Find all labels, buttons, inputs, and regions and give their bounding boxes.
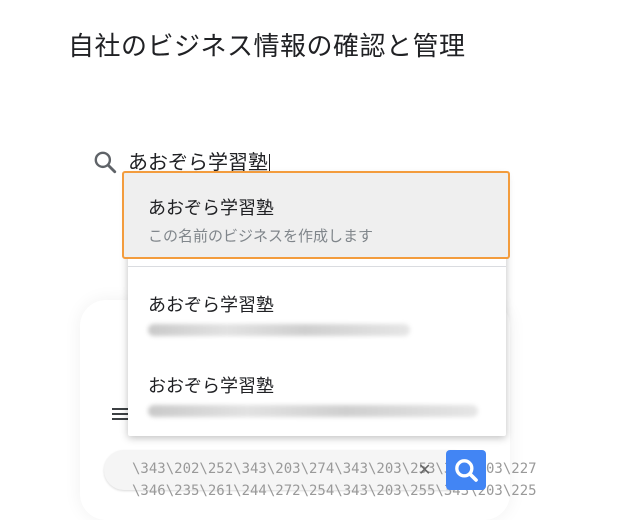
page-title: 自社のビジネス情報の確認と管理 bbox=[68, 32, 466, 62]
dropdown-divider bbox=[128, 266, 506, 267]
phone-search-button bbox=[446, 450, 486, 490]
phone-search-text: \343\202\252\343\203\274\343\203\253\343… bbox=[132, 461, 537, 499]
menu-icon bbox=[112, 408, 128, 422]
search-icon bbox=[94, 151, 117, 174]
business-search[interactable]: あおぞら学習塾 bbox=[92, 146, 492, 174]
suggestion-address-blurred bbox=[148, 324, 410, 336]
create-option-name: あおぞら学習塾 bbox=[148, 198, 274, 219]
clear-icon: ✕ bbox=[418, 460, 432, 479]
search-icon bbox=[455, 459, 478, 482]
create-option-subtitle: この名前のビジネスを作成します bbox=[148, 227, 374, 245]
suggestion-item-1[interactable]: あおぞら学習塾 bbox=[148, 291, 274, 317]
suggestion-address-blurred bbox=[148, 405, 478, 417]
suggestion-item-2[interactable]: おおぞら学習塾 bbox=[148, 372, 274, 398]
